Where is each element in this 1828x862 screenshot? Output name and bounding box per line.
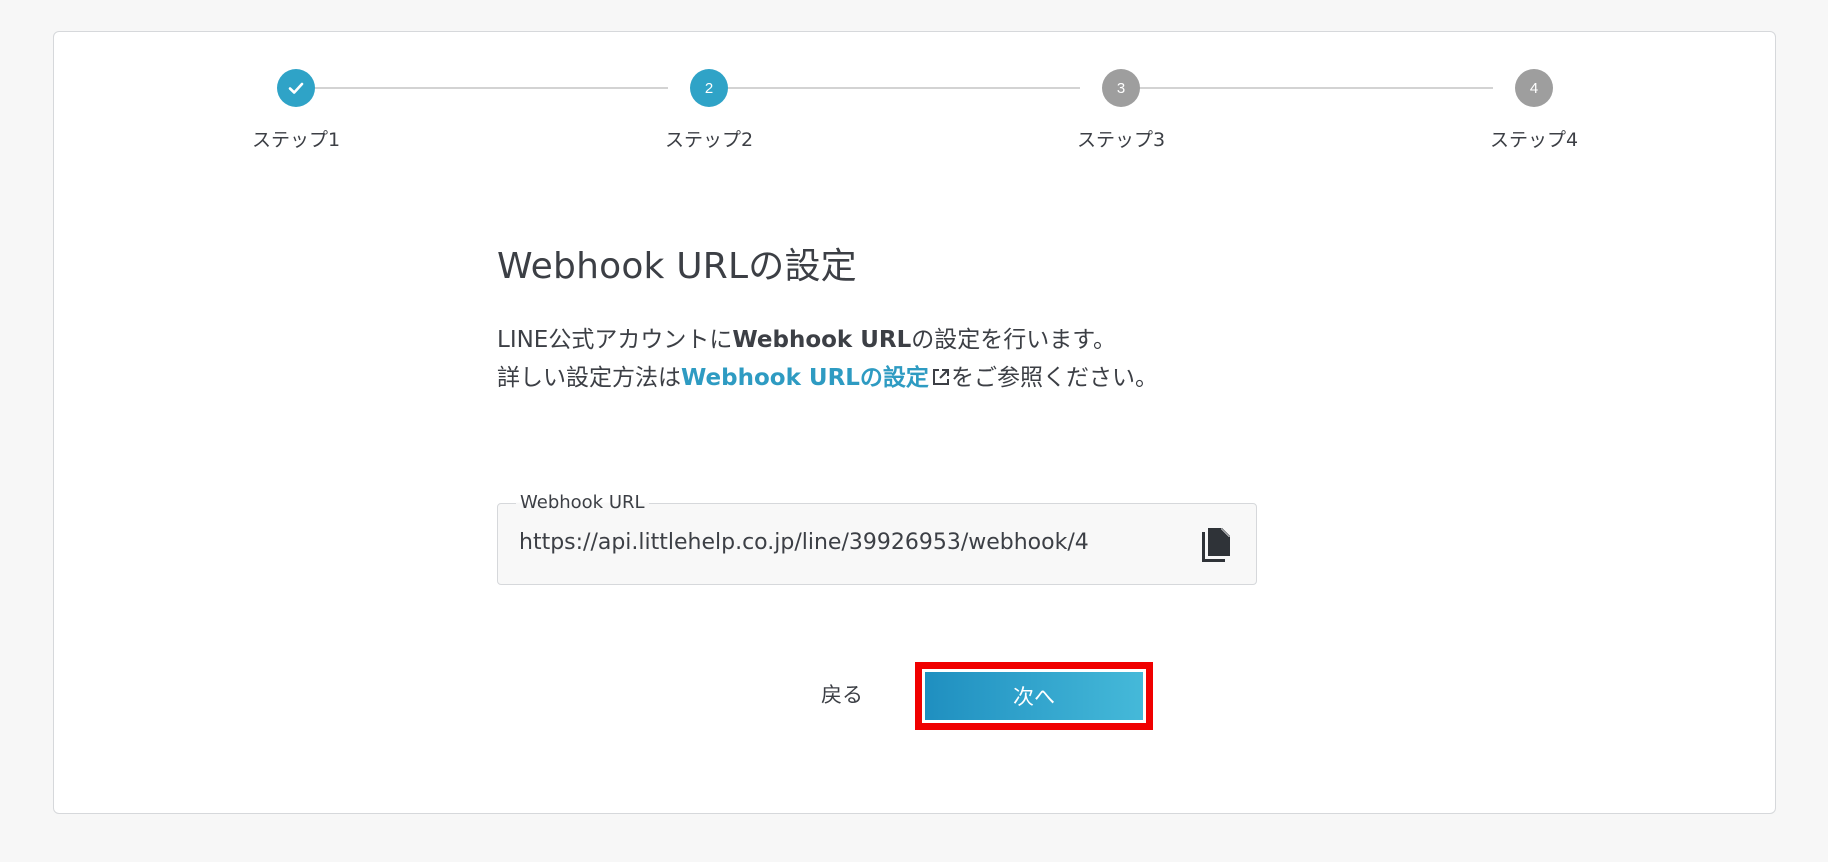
step-3-label: ステップ3 (1076, 129, 1166, 151)
step-4: 4 ステップ4 (1454, 69, 1614, 152)
step-4-number: 4 (1515, 69, 1553, 107)
setup-card: ステップ1 2 ステップ2 3 ステップ3 4 ステップ4 Webhook UR… (53, 31, 1776, 814)
description-line-2: 詳しい設定方法はWebhook URLの設定 をご参照ください。 (497, 359, 1317, 397)
actions: 戻る 次へ (54, 632, 1775, 730)
content: Webhook URLの設定 LINE公式アカウントにWebhook URLの設… (497, 237, 1317, 397)
webhook-url-input[interactable] (519, 530, 1179, 555)
stepper: ステップ1 2 ステップ2 3 ステップ3 4 ステップ4 (54, 32, 1775, 212)
description: LINE公式アカウントにWebhook URLの設定を行います。 詳しい設定方法… (497, 321, 1317, 397)
step-2-label: ステップ2 (664, 129, 754, 151)
external-link-icon (931, 361, 951, 385)
webhook-url-field: Webhook URL (497, 492, 1257, 585)
step-3: 3 ステップ3 (1041, 69, 1201, 152)
step-2: 2 ステップ2 (629, 69, 789, 152)
step-1-label: ステップ1 (251, 129, 341, 151)
step-2-number: 2 (690, 69, 728, 107)
step-1: ステップ1 (216, 69, 376, 152)
copy-icon[interactable] (1198, 526, 1234, 564)
step-3-number: 3 (1102, 69, 1140, 107)
step-4-label: ステップ4 (1489, 129, 1579, 151)
step-1-check-icon (277, 69, 315, 107)
next-button-highlight: 次へ (915, 662, 1153, 730)
description-line-1: LINE公式アカウントにWebhook URLの設定を行います。 (497, 327, 1116, 353)
webhook-help-link[interactable]: Webhook URLの設定 (681, 365, 951, 391)
page-title: Webhook URLの設定 (497, 246, 857, 287)
webhook-url-legend: Webhook URL (516, 492, 649, 513)
back-button[interactable]: 戻る (752, 669, 932, 719)
next-button[interactable]: 次へ (925, 672, 1143, 720)
